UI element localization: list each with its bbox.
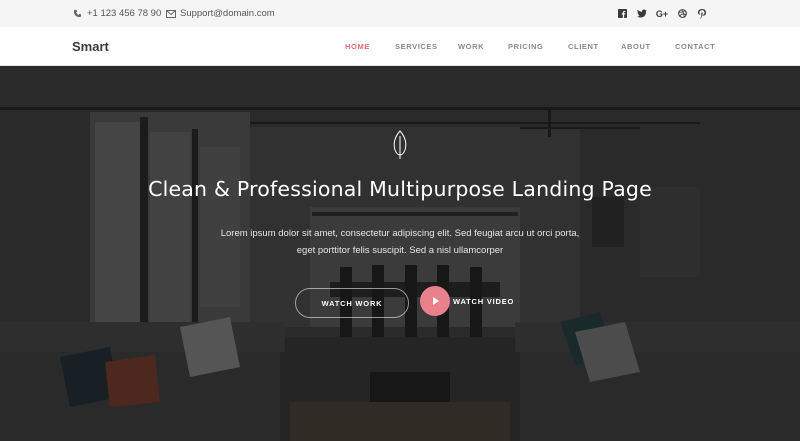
hero-headline: Clean & Professional Multipurpose Landin… — [148, 177, 652, 201]
hero-subtext-line-2: eget porttitor felis suscipit. Sed a nis… — [296, 245, 504, 256]
play-video-button[interactable] — [420, 286, 450, 316]
social-links: G+ — [612, 0, 712, 27]
nav-item-home[interactable]: HOME — [345, 27, 370, 66]
hero-subtext: Lorem ipsum dolor sit amet, consectetur … — [200, 225, 600, 259]
site-logo[interactable]: Smart — [72, 27, 109, 66]
watch-work-button[interactable]: WATCH WORK — [295, 288, 409, 318]
play-icon — [433, 297, 439, 305]
nav-item-work[interactable]: WORK — [458, 27, 484, 66]
nav-item-pricing[interactable]: PRICING — [508, 27, 543, 66]
google-plus-icon[interactable]: G+ — [652, 0, 672, 27]
nav-item-services[interactable]: SERVICES — [395, 27, 438, 66]
pinterest-icon[interactable] — [692, 0, 712, 27]
leaf-icon — [393, 130, 407, 159]
nav-item-contact[interactable]: CONTACT — [675, 27, 715, 66]
hero-section: Clean & Professional Multipurpose Landin… — [0, 67, 800, 441]
nav-item-about[interactable]: ABOUT — [621, 27, 651, 66]
email-contact[interactable]: Support@domain.com — [165, 0, 275, 27]
watch-video-link[interactable]: WATCH VIDEO — [453, 286, 514, 316]
envelope-icon — [165, 8, 176, 19]
hero-subtext-line-1: Lorem ipsum dolor sit amet, consectetur … — [220, 228, 580, 239]
dribbble-icon[interactable] — [672, 0, 692, 27]
phone-number: +1 123 456 78 90 — [87, 8, 162, 19]
phone-icon — [72, 8, 83, 19]
email-address: Support@domain.com — [180, 8, 275, 19]
twitter-icon[interactable] — [632, 0, 652, 27]
nav-item-client[interactable]: CLIENT — [568, 27, 599, 66]
facebook-icon[interactable] — [612, 0, 632, 27]
main-navbar: Smart HOME SERVICES WORK PRICING CLIENT … — [0, 27, 800, 66]
phone-contact[interactable]: +1 123 456 78 90 — [72, 0, 161, 27]
top-bar: +1 123 456 78 90 Support@domain.com G+ — [0, 0, 800, 27]
